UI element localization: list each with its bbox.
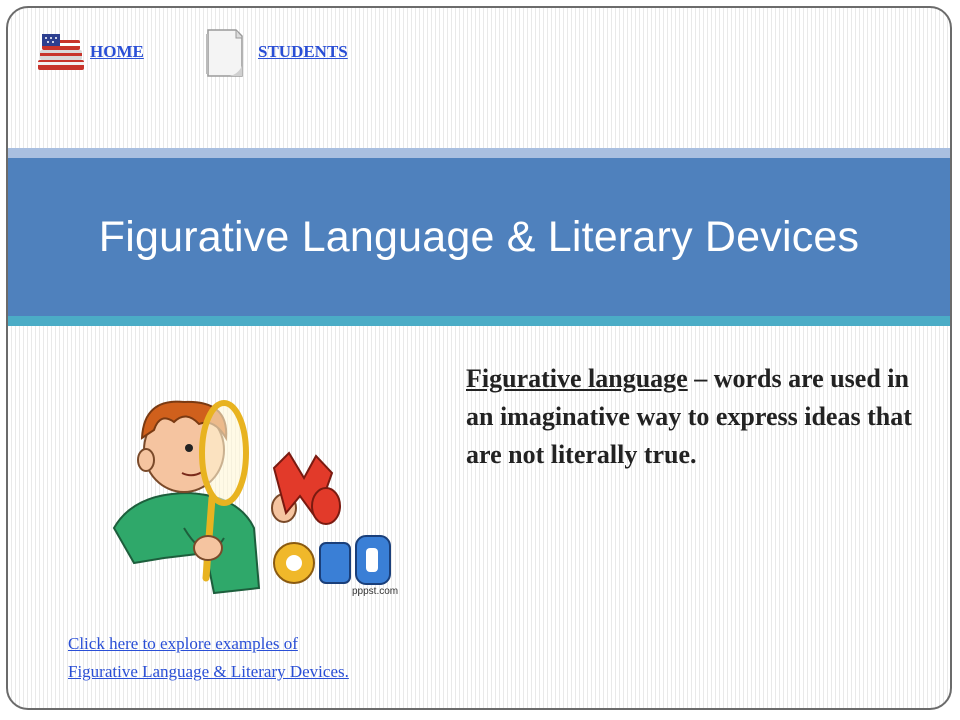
explore-link-line2[interactable]: Figurative Language & Literary Devices. [68, 658, 448, 686]
explore-examples-link[interactable]: Click here to explore examples of Figura… [68, 630, 448, 686]
page-title: Figurative Language & Literary Devices [98, 212, 860, 261]
banner-bottom-strip [8, 316, 950, 326]
banner-top-strip [8, 148, 950, 158]
boy-magnifying-glass-clipart [112, 400, 391, 595]
nav-home-label[interactable]: HOME [90, 42, 144, 62]
books-flag-icon[interactable] [34, 32, 88, 76]
title-banner: Figurative Language & Literary Devices [8, 158, 950, 316]
slide: HOME STUDENTS Figurative Language & Lite… [6, 6, 952, 710]
definition-text: Figurative language – words are used in … [466, 360, 936, 474]
definition-term: Figurative language [466, 364, 688, 393]
document-icon[interactable] [200, 26, 246, 82]
nav-students-label[interactable]: STUDENTS [258, 42, 348, 62]
clipart-watermark: pppst.com [352, 586, 399, 597]
explore-link-line1[interactable]: Click here to explore examples of [68, 630, 448, 658]
